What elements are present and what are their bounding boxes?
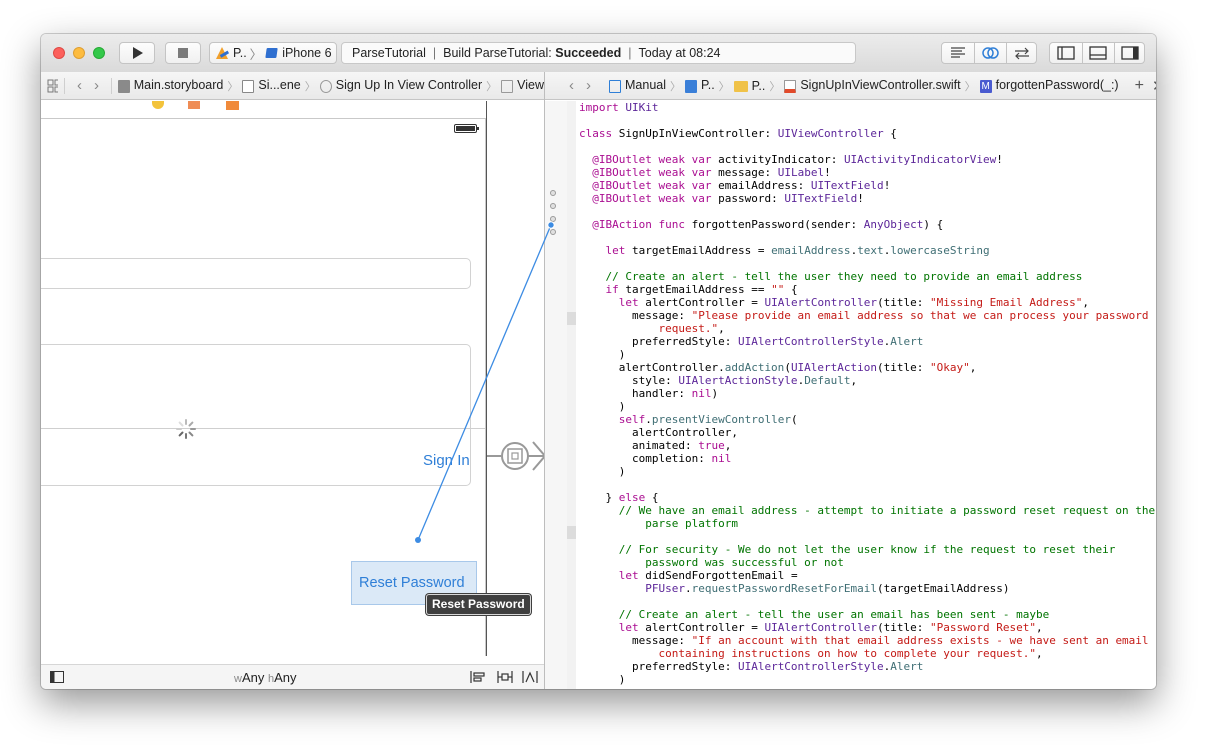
segue-icon[interactable]: [487, 436, 544, 476]
view-toggle-control: [1049, 42, 1145, 64]
method-icon: M: [979, 79, 992, 93]
xcode-hammer-icon: [216, 47, 230, 59]
editor-gutter: [545, 101, 568, 689]
interface-builder-bottom-bar: wAny hAny: [41, 664, 544, 689]
swift-file-icon: [784, 79, 797, 93]
breadcrumb-item[interactable]: Main.storyboard: [117, 78, 223, 93]
sign-in-button[interactable]: Sign In: [423, 452, 470, 469]
navigator-toggle-button[interactable]: [1050, 43, 1083, 63]
battery-icon: [454, 124, 479, 133]
close-window-button[interactable]: [53, 47, 65, 59]
assistant-jump-bar: ‹ › Manual 〉 P.. 〉 P.. 〉 SignUpInViewCon…: [545, 72, 1156, 100]
editor-mode-control: [941, 42, 1037, 64]
editor-standard-icon: [951, 47, 965, 58]
view-controller-icon: [319, 79, 332, 93]
zoom-window-button[interactable]: [93, 47, 105, 59]
breadcrumb-item[interactable]: Sign Up In View Controller: [319, 78, 482, 93]
stop-button[interactable]: [165, 42, 201, 64]
breadcrumb-item[interactable]: View: [501, 78, 544, 93]
editor-version-icon: [1015, 47, 1029, 60]
back-icon[interactable]: ‹: [77, 77, 82, 94]
size-class-control[interactable]: wAny hAny: [234, 670, 297, 685]
view-icon: [501, 79, 514, 93]
debug-toggle-button[interactable]: [1082, 43, 1115, 63]
exit-dock-icon[interactable]: [226, 101, 239, 110]
scene-right-edge: [486, 101, 487, 656]
close-editor-icon[interactable]: ✕: [1152, 77, 1156, 95]
editor-version-button[interactable]: [1006, 43, 1038, 63]
resolve-icon[interactable]: [522, 670, 538, 684]
status-build-result: Succeeded: [555, 46, 622, 60]
forward-icon[interactable]: ›: [586, 77, 591, 94]
code-folding-ribbon[interactable]: [567, 101, 576, 689]
activity-indicator-icon: [176, 419, 196, 439]
breadcrumb-item[interactable]: P..: [685, 78, 715, 93]
navigator-toggle-icon: [1057, 46, 1075, 60]
status-time: Today at 08:24: [638, 46, 721, 60]
debug-toggle-icon: [1089, 46, 1107, 60]
breadcrumb-item[interactable]: MforgottenPassword(_:): [979, 78, 1119, 93]
connection-tooltip: Reset Password: [426, 594, 531, 615]
reset-password-label: Reset Password: [359, 575, 465, 591]
editor-standard-button[interactable]: [942, 43, 975, 63]
iphone-icon: [265, 48, 278, 58]
scheme-project-label: P..: [233, 46, 247, 60]
scheme-selector[interactable]: P.. 〉 iPhone 6: [209, 42, 337, 64]
first-responder-dock-icon[interactable]: [188, 101, 200, 109]
scene-icon: [242, 79, 255, 93]
project-icon: [685, 79, 697, 93]
run-button[interactable]: [119, 42, 155, 64]
outlet-connection-indicator[interactable]: [550, 216, 556, 222]
stop-icon: [178, 48, 188, 58]
outlet-connection-indicator[interactable]: [550, 229, 556, 235]
breadcrumb-item[interactable]: P..: [733, 79, 765, 93]
status-build-prefix: Build ParseTutorial:: [443, 46, 552, 60]
utilities-toggle-button[interactable]: [1114, 43, 1146, 63]
xcode-window: P.. 〉 iPhone 6 ParseTutorial | Build Par…: [41, 34, 1156, 689]
scheme-device-label: iPhone 6: [282, 46, 332, 60]
pin-icon[interactable]: [497, 670, 513, 684]
storyboard-canvas: Sign In Reset Password Reset Password: [41, 101, 544, 656]
email-address-field[interactable]: [41, 258, 471, 289]
separator-line: [41, 428, 485, 429]
minimize-window-button[interactable]: [73, 47, 85, 59]
status-project: ParseTutorial: [352, 46, 426, 60]
back-icon[interactable]: ‹: [569, 77, 574, 94]
folder-icon: [733, 80, 748, 92]
source-code[interactable]: import UIKit class SignUpInViewControlle…: [579, 101, 1155, 686]
related-items-icon[interactable]: [47, 79, 59, 93]
utilities-toggle-icon: [1121, 46, 1139, 60]
stack-icon[interactable]: [470, 670, 486, 684]
activity-status: ParseTutorial | Build ParseTutorial: Suc…: [341, 42, 856, 64]
storyboard-file-icon: [117, 79, 130, 93]
connection-tooltip-label: Reset Password: [432, 597, 525, 611]
assistant-mode-selector[interactable]: Manual: [609, 78, 666, 93]
assistant-manual-icon: [609, 79, 621, 93]
breadcrumb-item[interactable]: Si...ene: [242, 78, 301, 93]
breadcrumb-item[interactable]: SignUpInViewController.swift: [784, 78, 961, 93]
storyboard-jump-bar: ‹ › Main.storyboard 〉 Si...ene 〉 Sign Up…: [41, 72, 544, 100]
document-outline-icon[interactable]: [50, 671, 64, 684]
toolbar: P.. 〉 iPhone 6 ParseTutorial | Build Par…: [41, 34, 1156, 73]
play-icon: [133, 47, 143, 59]
editor-assistant-icon: [982, 47, 999, 59]
assistant-code-editor[interactable]: import UIKit class SignUpInViewControlle…: [545, 101, 1156, 689]
forward-icon[interactable]: ›: [94, 77, 99, 94]
view-controller-dock-icon[interactable]: [152, 101, 164, 109]
editor-assistant-button[interactable]: [974, 43, 1007, 63]
add-editor-icon[interactable]: +: [1135, 77, 1144, 95]
outlet-connection-indicator[interactable]: [550, 190, 556, 196]
password-field[interactable]: [41, 344, 471, 486]
outlet-connection-indicator[interactable]: [550, 203, 556, 209]
